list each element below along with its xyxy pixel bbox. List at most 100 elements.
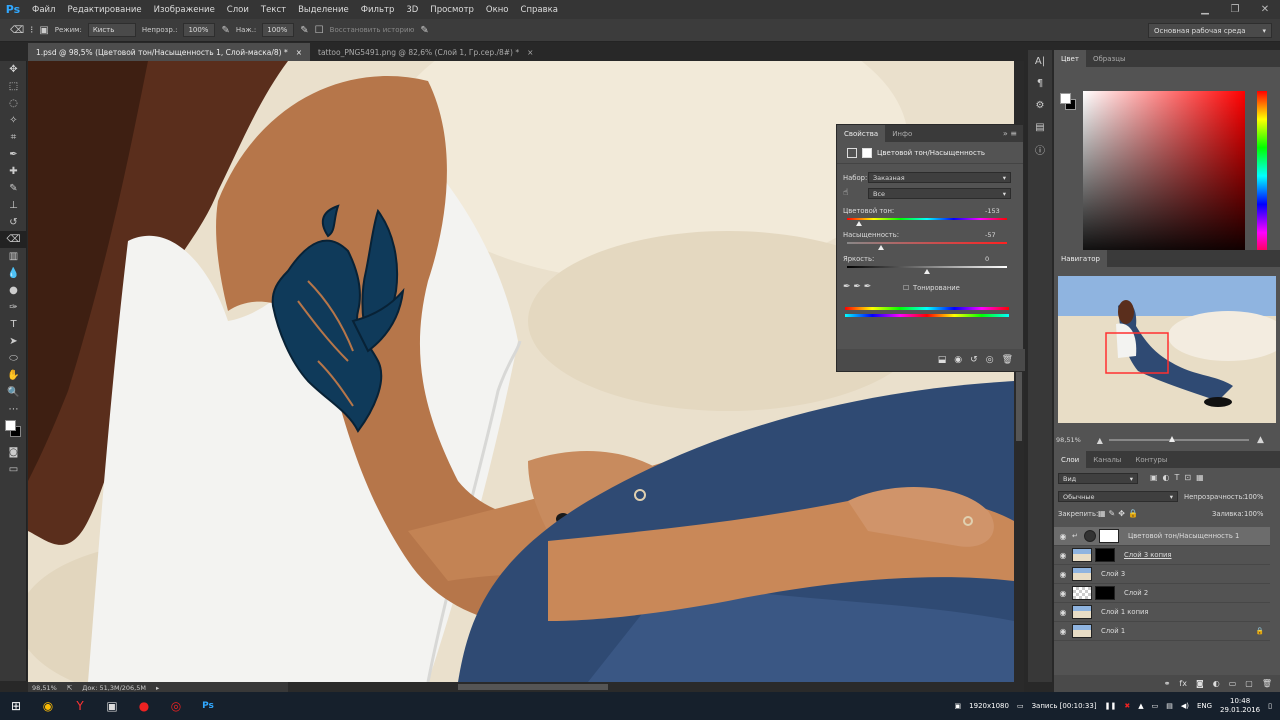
blur-tool-icon[interactable]: 💧 (0, 265, 27, 282)
hue-slider-track[interactable] (847, 218, 1007, 220)
brush-panel-icon[interactable]: ▣ (39, 25, 48, 36)
media-player-icon[interactable]: ▣ (96, 692, 128, 720)
new-adjustment-icon[interactable]: ◐ (1213, 679, 1220, 688)
lock-icons[interactable]: ▦✎✥🔒 (1098, 509, 1141, 518)
zoom-in-icon[interactable]: ▲ (1257, 435, 1264, 445)
tray-up-icon[interactable]: ▲ (1138, 702, 1143, 710)
layer-row[interactable]: ◉ Слой 1 🔒 (1054, 622, 1270, 641)
tab-document-2[interactable]: tattoo_PNG5491.png @ 82,6% (Слой 1, Гр.с… (310, 43, 541, 61)
menu-window[interactable]: Окно (480, 5, 515, 15)
navigator-zoom-thumb[interactable] (1168, 436, 1175, 442)
navigator-zoom-slider[interactable] (1108, 436, 1249, 442)
adjustments-panel-icon[interactable]: ⚙ (1028, 94, 1052, 116)
adjustment-icon[interactable] (847, 147, 857, 158)
menu-file[interactable]: Файл (26, 5, 61, 15)
monitor-icon[interactable]: ▭ (1017, 702, 1024, 710)
tab-properties[interactable]: Свойства (837, 125, 886, 142)
layer-row[interactable]: ◉ ↵ Цветовой тон/Насыщенность 1 (1054, 527, 1270, 546)
add-mask-icon[interactable]: ◙ (1196, 679, 1204, 688)
network-icon[interactable]: ▤ (1166, 702, 1173, 710)
maximize-icon[interactable]: ❐ (1220, 0, 1250, 19)
eye-icon[interactable]: ◉ (1054, 532, 1072, 541)
saturation-slider-track[interactable] (847, 242, 1007, 244)
tab-navigator[interactable]: Навигатор (1054, 250, 1107, 267)
layer-row[interactable]: ◉ Слой 1 копия (1054, 603, 1270, 622)
layer-mask-thumb[interactable] (1095, 548, 1115, 562)
layer-mask-thumb[interactable] (1099, 529, 1119, 543)
eye-icon[interactable]: ◉ (1054, 570, 1072, 579)
layer-opacity-value[interactable]: 100% (1244, 493, 1263, 501)
eraser-tool-icon[interactable]: ⌫ (0, 231, 27, 248)
tab-info[interactable]: Инфо (885, 125, 919, 142)
delete-layer-icon[interactable]: 🗑 (1262, 679, 1272, 688)
pressure-size-icon[interactable]: ✎ (420, 25, 428, 36)
shape-tool-icon[interactable]: ⬭ (0, 350, 27, 367)
screen-mode-icon[interactable]: ▭ (0, 461, 27, 478)
stamp-tool-icon[interactable]: ⊥ (0, 197, 27, 214)
yandex-icon[interactable]: Y (64, 692, 96, 720)
move-tool-icon[interactable]: ✥ (0, 61, 27, 78)
eye-icon[interactable]: ◉ (1054, 589, 1072, 598)
pen-tool-icon[interactable]: ✑ (0, 299, 27, 316)
hand-tool-icon[interactable]: ✋ (0, 367, 27, 384)
brush-preset-icon[interactable]: ⁝ (30, 25, 33, 36)
target-hand-icon[interactable]: ☝ (843, 188, 848, 198)
layer-style-icon[interactable]: fx (1179, 679, 1187, 688)
horizontal-scroll-thumb[interactable] (458, 684, 608, 690)
channel-select[interactable]: Все ▾ (868, 188, 1011, 199)
zoom-out-icon[interactable]: ▲ (1097, 436, 1103, 445)
collapse-icon[interactable]: » ≡ (1003, 129, 1023, 138)
link-layers-icon[interactable]: ⚭ (1164, 679, 1171, 688)
character-panel-icon[interactable]: A| (1028, 50, 1052, 72)
gradient-tool-icon[interactable]: ▥ (0, 248, 27, 265)
color-panel-foreground[interactable] (1060, 93, 1071, 104)
info-panel-icon[interactable]: ⓘ (1028, 138, 1052, 160)
hue-slider-thumb[interactable] (856, 221, 862, 226)
eyedropper-icon[interactable]: ✒ ✒ ✒ (843, 282, 871, 292)
eye-icon[interactable]: ◉ (1054, 627, 1072, 636)
pressure-input[interactable]: 100% (262, 23, 295, 37)
battery-icon[interactable]: ▭ (1152, 702, 1159, 710)
menu-view[interactable]: Просмотр (424, 5, 480, 15)
camera-icon[interactable]: ▣ (955, 702, 962, 710)
marquee-tool-icon[interactable]: ⬚ (0, 78, 27, 95)
bandicam-icon[interactable]: ◎ (160, 692, 192, 720)
tab-color[interactable]: Цвет (1054, 50, 1086, 67)
tab-paths[interactable]: Контуры (1128, 451, 1174, 468)
hue-value[interactable]: -153 (985, 207, 1000, 215)
tab-swatches[interactable]: Образцы (1086, 50, 1133, 67)
eyedropper-tool-icon[interactable]: ✒ (0, 146, 27, 163)
airbrush-icon[interactable]: ✎ (300, 25, 308, 36)
path-select-tool-icon[interactable]: ➤ (0, 333, 27, 350)
language-indicator[interactable]: ENG (1197, 702, 1212, 710)
minimize-icon[interactable]: ▁ (1190, 0, 1220, 19)
new-group-icon[interactable]: ▭ (1229, 679, 1237, 688)
menu-text[interactable]: Текст (255, 5, 292, 15)
saturation-slider-thumb[interactable] (878, 245, 885, 250)
preset-select[interactable]: Заказная ▾ (868, 172, 1011, 183)
menu-help[interactable]: Справка (515, 5, 564, 15)
clock[interactable]: 10:48 29.01.2016 (1220, 697, 1260, 715)
tab-close-icon[interactable]: × (527, 48, 533, 57)
lasso-tool-icon[interactable]: ◌ (0, 95, 27, 112)
lightness-slider-track[interactable] (847, 266, 1007, 268)
menu-image[interactable]: Изображение (148, 5, 221, 15)
layer-filter-select[interactable]: Вид ▾ (1058, 473, 1138, 484)
menu-filter[interactable]: Фильтр (355, 5, 401, 15)
menu-3d[interactable]: 3D (400, 5, 424, 15)
layer-row[interactable]: ◉ Слой 3 (1054, 565, 1270, 584)
more-tools-icon[interactable]: ⋯ (0, 401, 27, 418)
photoshop-taskbar-icon[interactable]: Ps (192, 692, 224, 720)
layer-mask-thumb[interactable] (1095, 586, 1115, 600)
paragraph-panel-icon[interactable]: ¶ (1028, 72, 1052, 94)
status-arrow-icon[interactable]: ▸ (156, 684, 159, 692)
color-field[interactable] (1083, 91, 1245, 261)
reset-icon[interactable]: ↺ (970, 355, 978, 365)
layer-row[interactable]: ◉ Слой 2 (1054, 584, 1270, 603)
tab-close-icon[interactable]: × (296, 48, 302, 57)
healing-tool-icon[interactable]: ✚ (0, 163, 27, 180)
workspace-select[interactable]: Основная рабочая среда ▾ (1148, 23, 1272, 38)
lightness-slider-thumb[interactable] (924, 269, 930, 274)
colorize-checkbox[interactable]: ☐ (903, 284, 909, 292)
notification-icon[interactable]: ▯ (1268, 702, 1272, 710)
